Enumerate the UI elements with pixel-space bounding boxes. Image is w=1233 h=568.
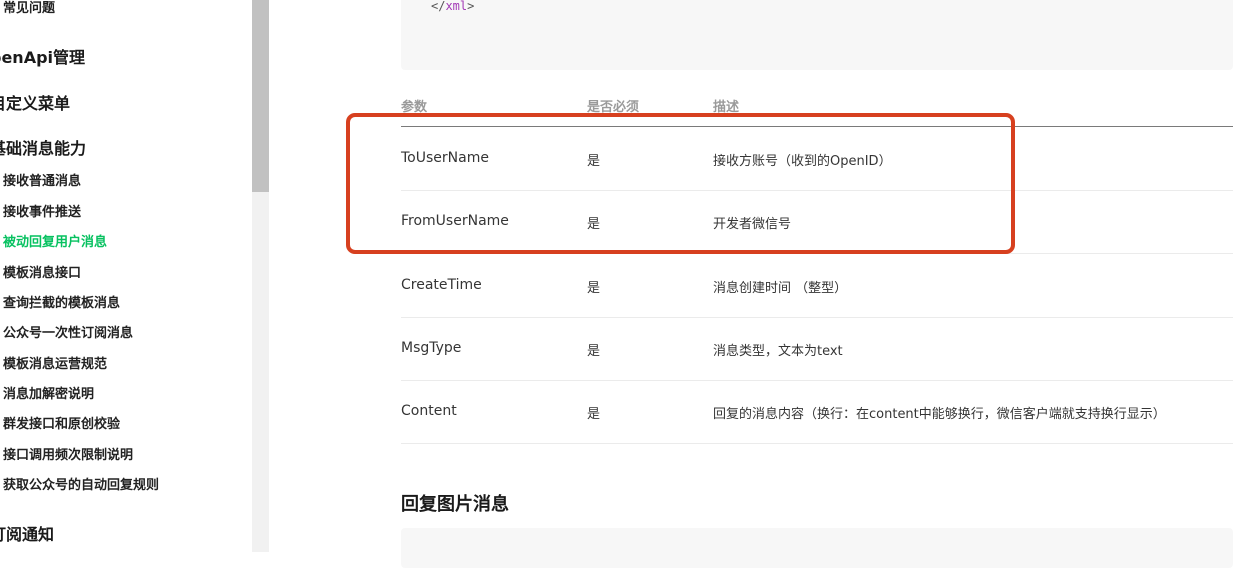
sidebar-item-encryption[interactable]: 消息加解密说明	[3, 383, 94, 402]
cell-param: CreateTime	[401, 277, 482, 293]
cell-param: Content	[401, 403, 457, 419]
sidebar-item-faq[interactable]: 常见问题	[3, 0, 55, 16]
cell-param: ToUserName	[401, 150, 489, 166]
cell-required: 是	[587, 281, 601, 296]
cell-required: 是	[587, 407, 601, 422]
sidebar-scrollbar[interactable]	[252, 0, 269, 552]
main-content: </xml> 参数 是否必须 描述 ToUserName 是 接收方账号（收到的…	[269, 0, 1233, 568]
section-title-image-reply: 回复图片消息	[401, 494, 509, 515]
header-required: 是否必须	[587, 100, 640, 115]
cell-description: 开发者微信号	[713, 217, 792, 232]
code-line-close-xml: </xml>	[431, 0, 474, 13]
sidebar-item-mass-send[interactable]: 群发接口和原创校验	[3, 413, 120, 432]
cell-param: FromUserName	[401, 213, 509, 229]
code-tag-xml: xml	[445, 0, 468, 13]
table-row: Content 是 回复的消息内容（换行：在content中能够换行，微信客户端…	[401, 380, 1233, 444]
cell-description: 接收方账号（收到的OpenID）	[713, 154, 892, 169]
sidebar-item-receive-normal[interactable]: 接收普通消息	[3, 170, 81, 189]
header-param: 参数	[401, 100, 428, 115]
sidebar-item-one-time-subscribe[interactable]: 公众号一次性订阅消息	[3, 322, 133, 341]
table-row: MsgType 是 消息类型，文本为text	[401, 317, 1233, 381]
cell-required: 是	[587, 217, 601, 232]
sidebar-item-blocked-template[interactable]: 查询拦截的模板消息	[3, 292, 120, 311]
cell-required: 是	[587, 154, 601, 169]
code-block-image-reply	[401, 528, 1233, 568]
table-row: FromUserName 是 开发者微信号	[401, 190, 1233, 254]
cell-description: 回复的消息内容（换行：在content中能够换行，微信客户端就支持换行显示）	[713, 407, 1166, 422]
sidebar-item-template-api[interactable]: 模板消息接口	[3, 262, 81, 281]
code-block: </xml>	[401, 0, 1233, 70]
code-punct-close: >	[467, 0, 475, 13]
cell-required: 是	[587, 344, 601, 359]
cell-description: 消息类型，文本为text	[713, 344, 843, 359]
sidebar-item-custom-menu[interactable]: 目定义菜单	[0, 90, 70, 114]
sidebar-item-template-rules[interactable]: 模板消息运营规范	[3, 353, 107, 372]
sidebar-item-receive-event[interactable]: 接收事件推送	[3, 201, 81, 220]
sidebar-item-subscribe-notify[interactable]: 订阅通知	[0, 521, 54, 545]
header-description: 描述	[713, 100, 740, 115]
sidebar-item-openapi[interactable]: penApi管理	[0, 44, 85, 68]
sidebar-nav: 常见问题 penApi管理 目定义菜单 基础消息能力 接收普通消息 接收事件推送…	[0, 0, 252, 552]
cell-description: 消息创建时间 （整型）	[713, 281, 848, 296]
sidebar-item-basic-messaging[interactable]: 基础消息能力	[0, 135, 86, 159]
table-row: ToUserName 是 接收方账号（收到的OpenID）	[401, 127, 1233, 191]
cell-param: MsgType	[401, 340, 462, 356]
scrollbar-thumb[interactable]	[252, 0, 269, 192]
code-punct-open: </	[431, 0, 446, 13]
sidebar-item-rate-limit[interactable]: 接口调用频次限制说明	[3, 444, 133, 463]
table-row: CreateTime 是 消息创建时间 （整型）	[401, 254, 1233, 318]
sidebar-item-auto-reply-rules[interactable]: 获取公众号的自动回复规则	[3, 474, 159, 493]
sidebar-item-passive-reply[interactable]: 被动回复用户消息	[3, 231, 107, 250]
